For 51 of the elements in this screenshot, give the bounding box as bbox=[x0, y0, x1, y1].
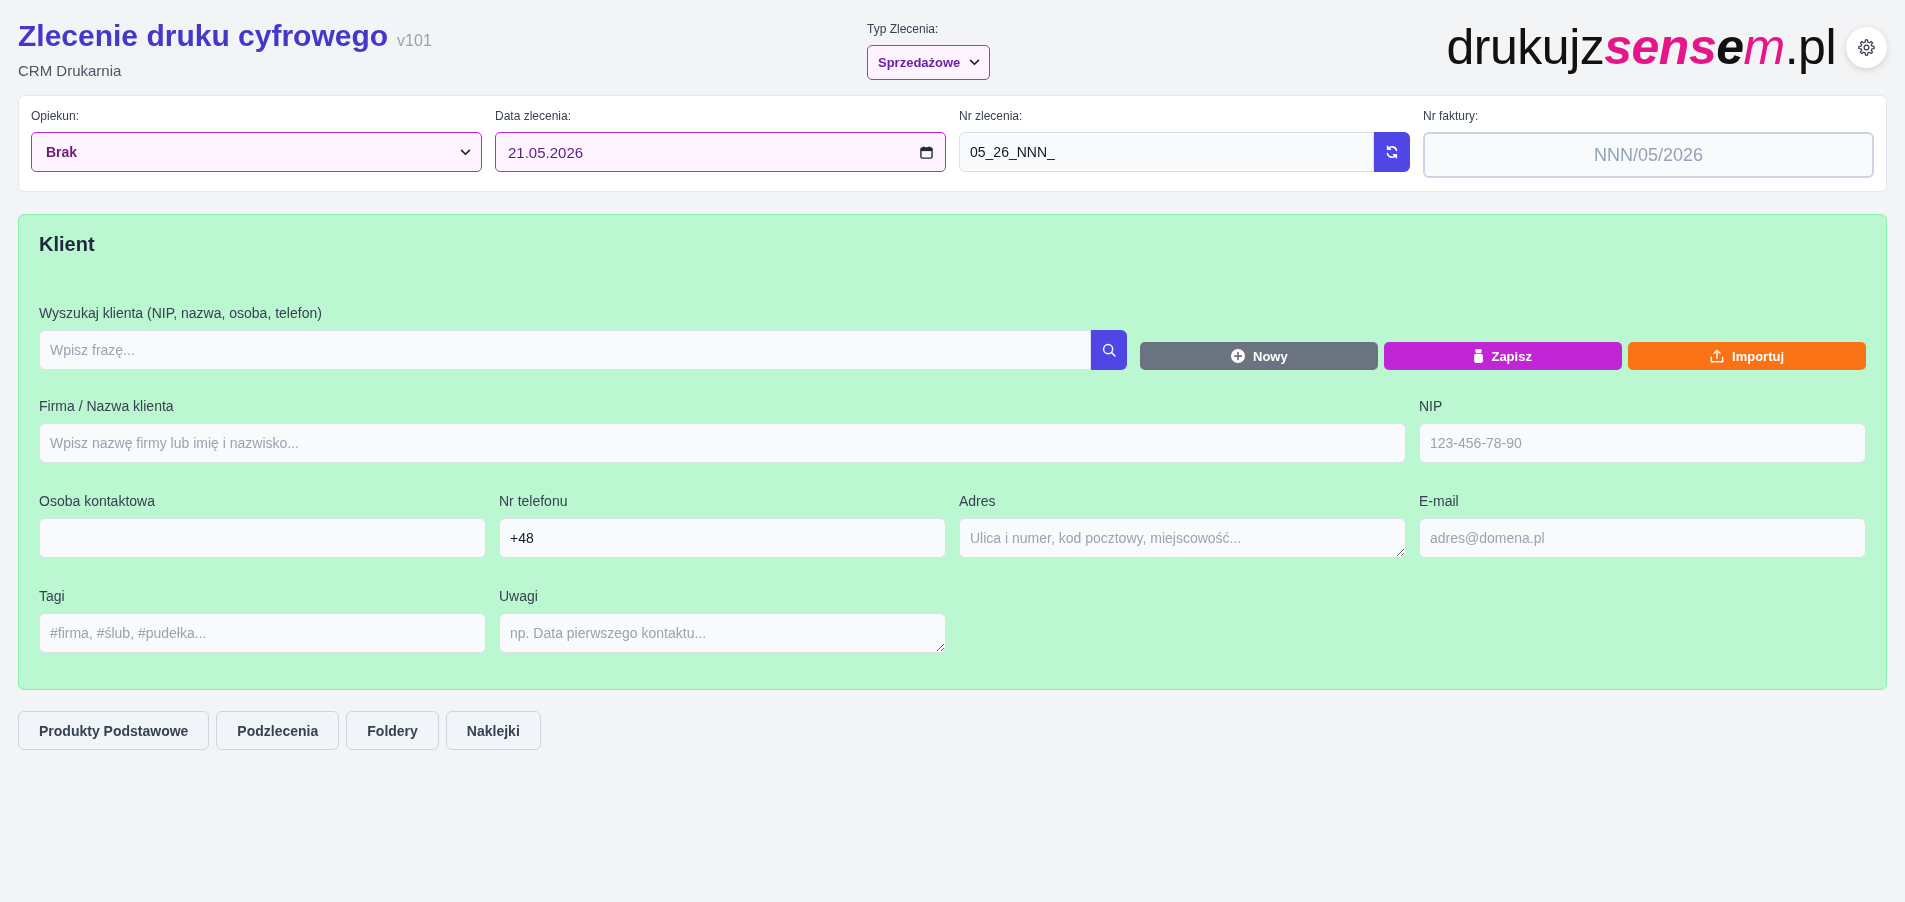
field-label: NIP bbox=[1419, 397, 1444, 416]
textarea-field[interactable]: Ulica i numer, kod pocztowy, miejscowość... bbox=[959, 518, 1406, 558]
calendar-icon bbox=[920, 145, 933, 159]
upload-icon bbox=[1710, 349, 1725, 363]
field-label: Tagi bbox=[39, 587, 66, 606]
input-field[interactable]: Wpisz nazwę firmy lub imię i nazwisko... bbox=[39, 423, 1406, 463]
chevron-icon bbox=[969, 59, 981, 66]
field-label: Nr telefonu bbox=[499, 492, 569, 511]
date-field[interactable]: 21.05.2026 bbox=[495, 132, 946, 172]
search-button[interactable] bbox=[1091, 330, 1128, 370]
version-label: v101 bbox=[397, 32, 432, 50]
field-label: Opiekun: bbox=[31, 109, 81, 124]
input-field[interactable]: adres@domena.pl bbox=[1419, 518, 1866, 558]
settings-button[interactable] bbox=[1846, 27, 1887, 68]
chevron-icon bbox=[460, 148, 471, 156]
search-icon bbox=[1102, 343, 1117, 357]
plus-circle-icon bbox=[1231, 349, 1245, 363]
field-label: Typ Zlecenia: bbox=[867, 22, 940, 37]
field-label: Nr zlecenia: bbox=[959, 109, 1024, 124]
field-label: Wyszukaj klienta (NIP, nazwa, osoba, telefon) bbox=[39, 304, 323, 323]
brand-logo: drukujzsensem.pl bbox=[1446, 18, 1836, 76]
page-title: Zlecenie druku cyfrowego bbox=[18, 18, 389, 54]
section-button[interactable]: Podzlecenia bbox=[216, 711, 340, 750]
section-button[interactable]: Produkty Podstawowe bbox=[18, 711, 210, 750]
textarea-field[interactable]: np. Data pierwszego kontaktu... bbox=[499, 613, 946, 653]
search-field[interactable]: Wpisz frazę... bbox=[39, 330, 1092, 370]
field-label: Uwagi bbox=[499, 587, 539, 606]
input-field[interactable]: 123-456-78-90 bbox=[1419, 423, 1866, 463]
refresh-button[interactable] bbox=[1374, 132, 1410, 172]
jar-icon bbox=[1474, 349, 1484, 363]
field-label: Adres bbox=[959, 492, 997, 511]
field-label: Osoba kontaktowa bbox=[39, 492, 156, 511]
settings-icon bbox=[1858, 39, 1875, 56]
order-type-select[interactable]: Sprzedażowe bbox=[867, 45, 991, 80]
new-button[interactable]: Nowy bbox=[1140, 342, 1379, 370]
input-field[interactable] bbox=[39, 518, 486, 558]
section-title: Klient bbox=[39, 232, 96, 257]
section-button[interactable]: Naklejki bbox=[445, 711, 541, 750]
order-number-field[interactable]: 05_26_NNN_ bbox=[959, 132, 1374, 172]
section-button[interactable]: Foldery bbox=[346, 711, 439, 750]
invoice-number-field[interactable]: NNN/05/2026 bbox=[1423, 132, 1874, 178]
save-button[interactable]: Zapisz bbox=[1384, 342, 1623, 370]
input-field[interactable]: #firma, #ślub, #pudełka... bbox=[39, 613, 486, 653]
field-label: E-mail bbox=[1419, 492, 1460, 511]
refresh-icon bbox=[1385, 145, 1399, 159]
field-label: Nr faktury: bbox=[1423, 109, 1480, 124]
field-label: Data zlecenia: bbox=[495, 109, 573, 124]
caretaker-select[interactable]: Brak bbox=[31, 132, 482, 172]
field-label: Firma / Nazwa klienta bbox=[39, 397, 175, 416]
app-subtitle: CRM Drukarnia bbox=[18, 62, 123, 80]
input-field[interactable]: +48 bbox=[499, 518, 946, 558]
